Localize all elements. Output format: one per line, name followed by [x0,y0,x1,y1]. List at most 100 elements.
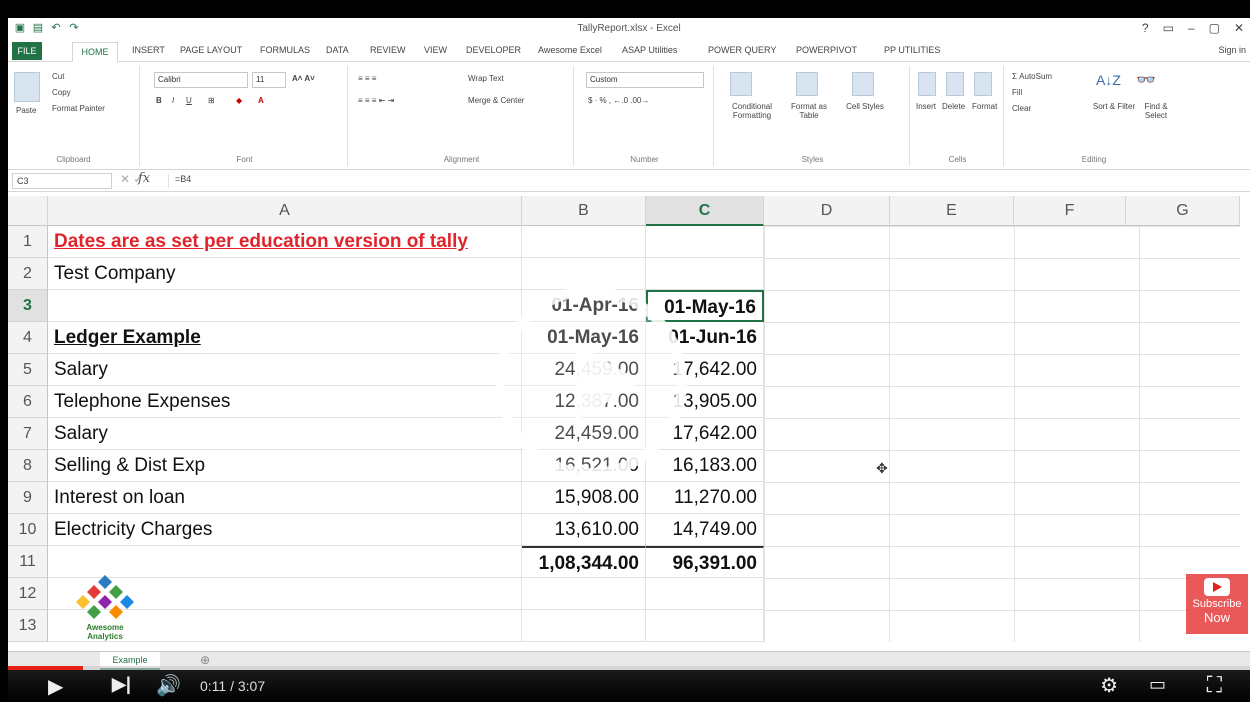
tab-developer[interactable]: DEVELOPER [466,45,521,55]
settings-gear-icon[interactable]: ⚙ [1100,673,1118,698]
name-box[interactable]: C3 [12,173,112,189]
column-header-e[interactable]: E [890,196,1014,226]
tab-awesome-excel[interactable]: Awesome Excel [538,45,602,55]
row-header[interactable]: 12 [8,578,48,610]
next-button[interactable]: ▶| [112,674,131,695]
tab-data[interactable]: DATA [326,45,349,55]
paste-label[interactable]: Paste [16,106,36,115]
empty-cells-area[interactable] [764,226,1240,642]
tab-review[interactable]: REVIEW [370,45,406,55]
find-select-button[interactable]: Find & Select [1134,102,1178,120]
number-format-select[interactable]: Custom [586,72,704,88]
format-button[interactable]: Format [972,102,997,111]
format-cells-icon[interactable] [974,72,992,96]
tab-home[interactable]: HOME [72,42,118,63]
binoculars-icon[interactable]: 👓 [1136,70,1156,90]
formula-input[interactable]: =B4 [168,174,1228,188]
big-play-button[interactable] [495,286,687,478]
autosum-button[interactable]: Σ AutoSum [1012,72,1052,81]
cell-c1[interactable] [646,226,764,258]
cell-a2[interactable]: Test Company [48,258,522,290]
row-header[interactable]: 7 [8,418,48,450]
cell-c2[interactable] [646,258,764,290]
cell-a7[interactable]: Salary [48,418,522,450]
add-sheet-icon[interactable]: ⊕ [200,653,210,667]
font-name-select[interactable]: Calibri [154,72,248,88]
play-button[interactable]: ▶ [48,674,63,699]
align-top-icon[interactable]: ≡ ≡ ≡ [358,74,376,83]
accounting-format-icon[interactable]: $ · % , ←.0 .00→ [588,96,649,105]
cell-a4[interactable]: Ledger Example [48,322,522,354]
minimize-button[interactable]: – [1188,21,1195,35]
clear-button[interactable]: Clear [1012,104,1031,113]
sign-in-link[interactable]: Sign in [1218,45,1246,55]
delete-cells-icon[interactable] [946,72,964,96]
insert-function-icon[interactable]: fx [138,171,150,186]
tab-formulas[interactable]: FORMULAS [260,45,310,55]
column-header-g[interactable]: G [1126,196,1240,226]
cell-a9[interactable]: Interest on loan [48,482,522,514]
row-header[interactable]: 2 [8,258,48,290]
row-header[interactable]: 5 [8,354,48,386]
insert-button[interactable]: Insert [916,102,936,111]
merge-center-button[interactable]: Merge & Center [468,96,524,105]
borders-icon[interactable]: ⊞ [208,96,215,105]
underline-icon[interactable]: U [186,96,192,105]
close-button[interactable]: ✕ [1234,21,1244,35]
tab-insert[interactable]: INSERT [132,45,165,55]
volume-icon[interactable]: 🔊 [156,673,181,698]
row-header[interactable]: 8 [8,450,48,482]
cell-a5[interactable]: Salary [48,354,522,386]
fill-color-icon[interactable]: ◆ [236,96,242,105]
format-painter-button[interactable]: Format Painter [52,104,105,113]
row-header[interactable]: 3 [8,290,48,322]
italic-icon[interactable]: I [172,96,174,105]
tab-asap-utilities[interactable]: ASAP Utilities [622,45,677,55]
cell-c11[interactable]: 96,391.00 [646,546,764,578]
cell-c9[interactable]: 11,270.00 [646,482,764,514]
format-as-table-button[interactable]: Format as Table [784,102,834,120]
cell-b10[interactable]: 13,610.00 [522,514,646,546]
row-header[interactable]: 4 [8,322,48,354]
column-header-c[interactable]: C [646,196,764,226]
tab-view[interactable]: VIEW [424,45,447,55]
select-all-corner[interactable] [8,196,48,226]
tab-file[interactable]: FILE [12,42,42,60]
tab-power-query[interactable]: POWER QUERY [708,45,776,55]
cell-a10[interactable]: Electricity Charges [48,514,522,546]
tab-powerpivot[interactable]: POWERPIVOT [796,45,857,55]
cell-b2[interactable] [522,258,646,290]
format-as-table-icon[interactable] [796,72,818,96]
cell-b12[interactable] [522,578,646,610]
cut-button[interactable]: Cut [52,72,64,81]
insert-cells-icon[interactable] [918,72,936,96]
cell-b1[interactable] [522,226,646,258]
fullscreen-icon[interactable]: ⛶ [1207,672,1222,698]
column-header-a[interactable]: A [48,196,522,226]
conditional-formatting-icon[interactable] [730,72,752,96]
align-left-icon[interactable]: ≡ ≡ ≡ ⇤ ⇥ [358,96,394,105]
cell-styles-icon[interactable] [852,72,874,96]
restore-button[interactable]: ▢ [1209,21,1220,35]
cell-b13[interactable] [522,610,646,642]
row-header[interactable]: 10 [8,514,48,546]
delete-button[interactable]: Delete [942,102,965,111]
conditional-formatting-button[interactable]: Conditional Formatting [720,102,784,120]
cell-b11[interactable]: 1,08,344.00 [522,546,646,578]
fill-button[interactable]: Fill [1012,88,1022,97]
cell-styles-button[interactable]: Cell Styles [840,102,890,111]
cell-c8[interactable]: 16,183.00 [646,450,764,482]
subscribe-button[interactable]: Subscribe Now [1186,574,1248,634]
cell-c13[interactable] [646,610,764,642]
font-color-icon[interactable]: A [258,96,264,105]
cell-b9[interactable]: 15,908.00 [522,482,646,514]
cell-c10[interactable]: 14,749.00 [646,514,764,546]
copy-button[interactable]: Copy [52,88,71,97]
sort-filter-icon[interactable]: A↓Z [1096,72,1121,88]
column-header-f[interactable]: F [1014,196,1126,226]
ribbon-display-button[interactable]: ▭ [1163,21,1174,35]
row-header[interactable]: 1 [8,226,48,258]
cell-c3[interactable]: 01-May-16 [646,290,764,322]
tab-page-layout[interactable]: PAGE LAYOUT [180,45,242,55]
tab-pp-utilities[interactable]: PP UTILITIES [884,45,940,55]
